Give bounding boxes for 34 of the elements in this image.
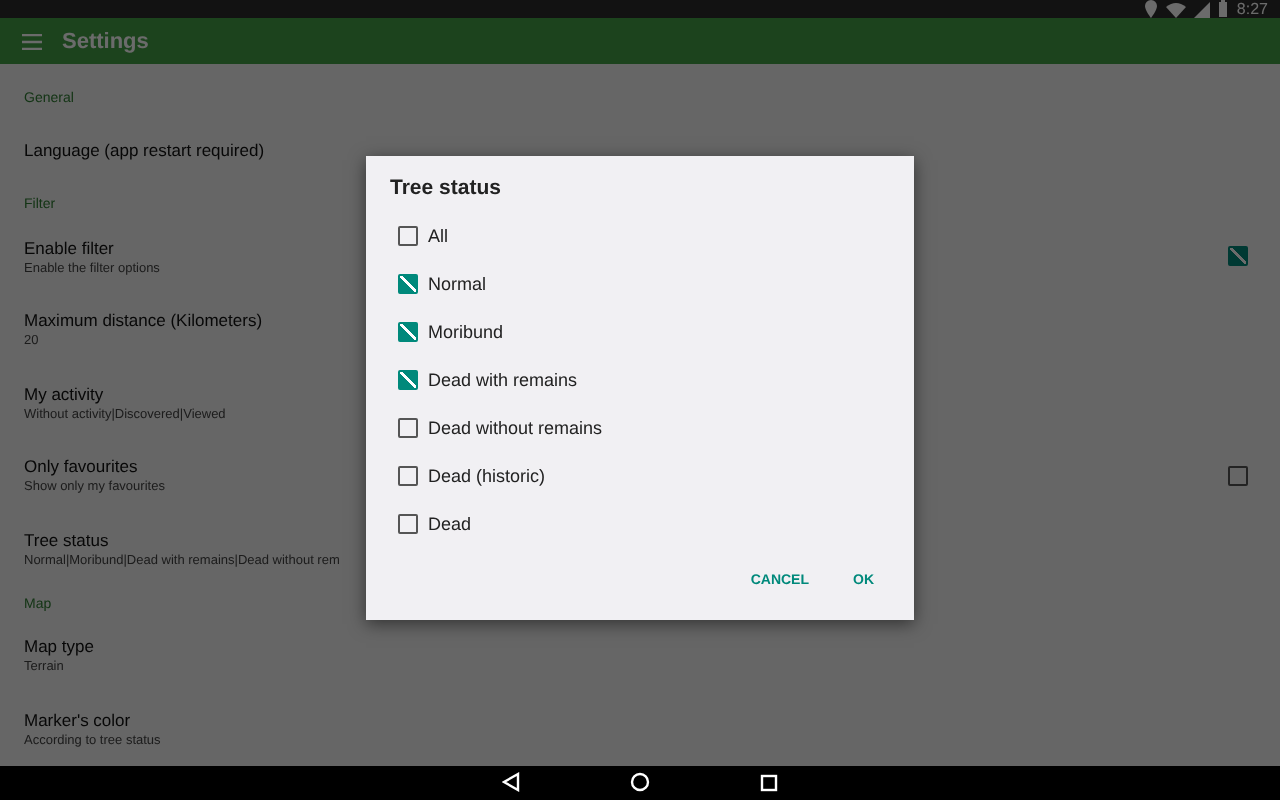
setting-title[interactable]: Only favourites [24, 456, 165, 477]
battery-icon [1218, 0, 1229, 19]
dialog-title: Tree status [390, 176, 503, 200]
setting-title[interactable]: My activity [24, 383, 226, 404]
setting-title[interactable]: Maximum distance (Kilometers) [24, 310, 263, 331]
option-label[interactable]: Moribund [428, 322, 504, 342]
setting-title[interactable]: Tree status [24, 529, 340, 550]
checkbox[interactable] [1228, 246, 1248, 267]
checkbox[interactable] [1228, 465, 1248, 486]
checkbox[interactable] [398, 322, 418, 342]
checkbox[interactable] [398, 418, 418, 438]
setting-title[interactable]: Map type [24, 636, 94, 657]
recents-icon[interactable] [760, 773, 778, 792]
home-icon[interactable] [630, 772, 650, 793]
menu-icon [22, 33, 42, 50]
option-label[interactable]: Dead without remains [428, 418, 603, 438]
checkbox[interactable] [398, 514, 418, 534]
setting-title[interactable]: Language (app restart required) [24, 139, 265, 160]
option-label[interactable]: Dead with remains [428, 370, 578, 390]
back-icon[interactable] [502, 772, 520, 793]
toolbar-title: Settings [62, 29, 149, 54]
checkbox[interactable] [398, 274, 418, 294]
checkbox[interactable] [398, 226, 418, 246]
clock-time: 8:27 [1236, 0, 1268, 19]
location-pin-icon [1144, 0, 1159, 19]
setting-title[interactable]: Enable filter [24, 237, 160, 258]
option-label[interactable]: Normal [428, 274, 487, 294]
option-label[interactable]: Dead (historic) [428, 466, 546, 486]
setting-title[interactable]: Marker's color [24, 709, 161, 730]
option-label[interactable]: All [428, 226, 449, 246]
checkbox[interactable] [398, 466, 418, 486]
option-label[interactable]: Dead [428, 514, 472, 534]
checkbox[interactable] [398, 370, 418, 390]
wifi-icon [1166, 1, 1187, 18]
